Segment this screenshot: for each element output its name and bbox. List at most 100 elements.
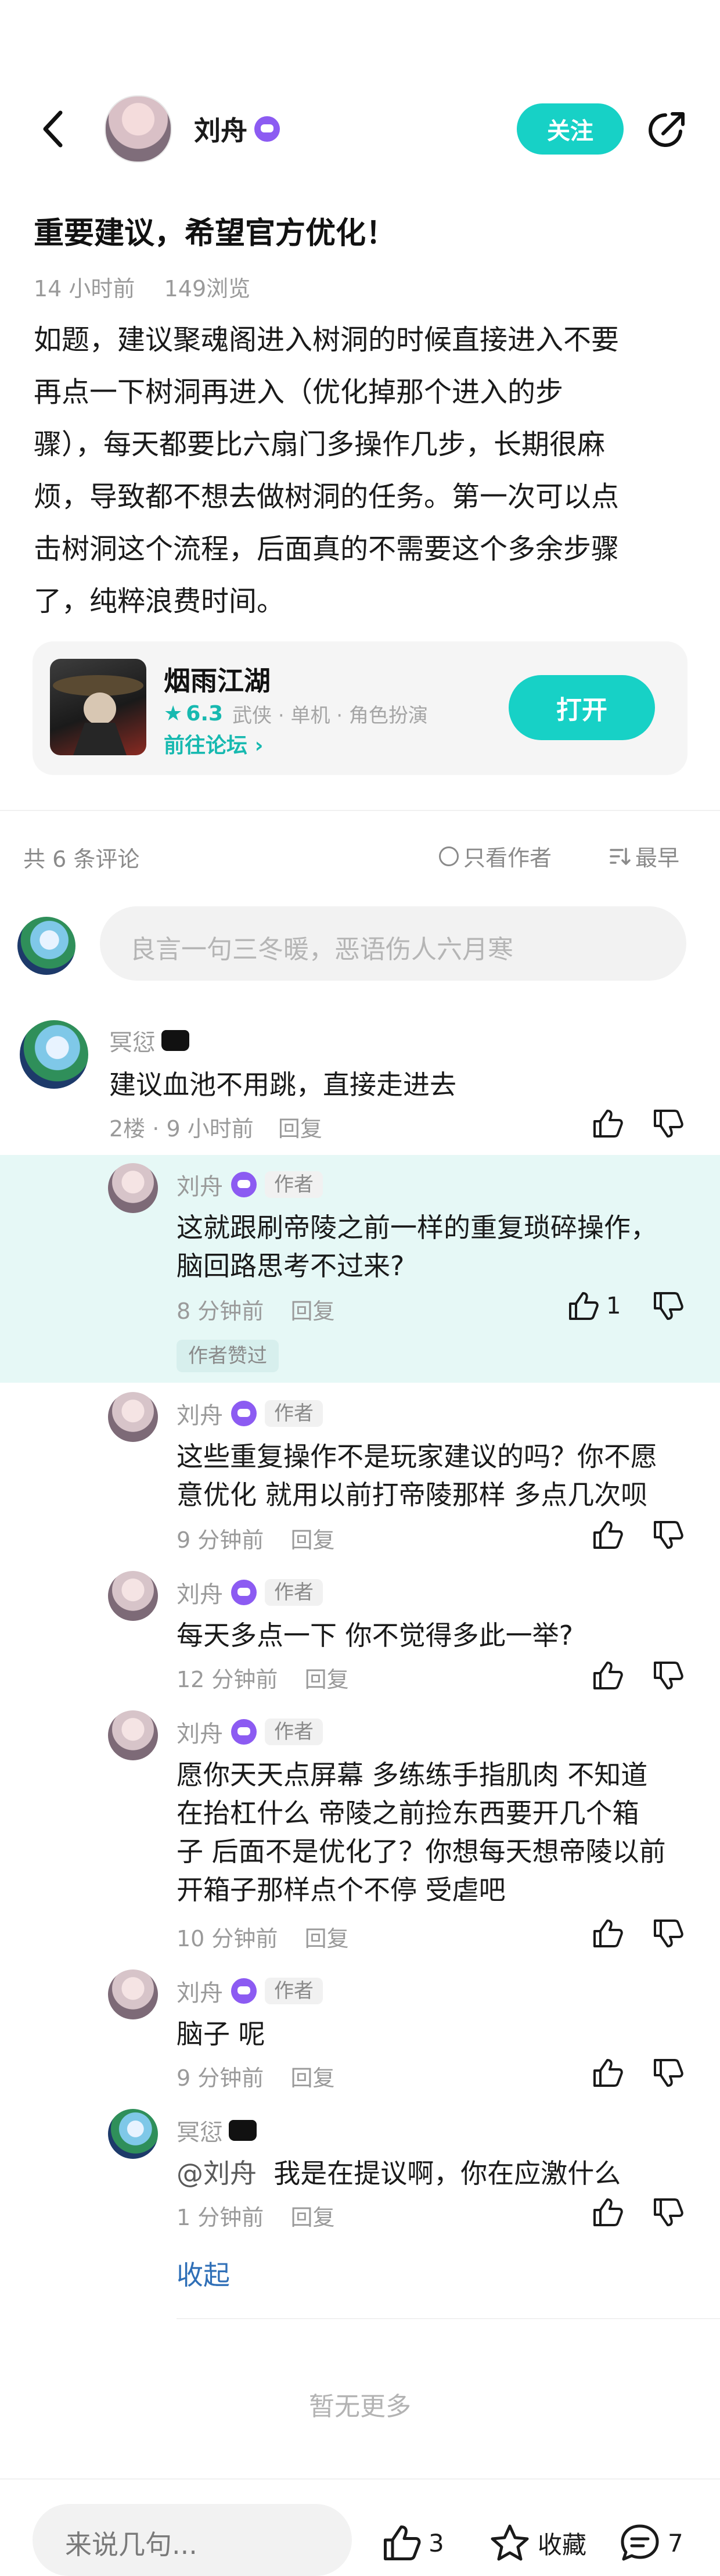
commenter-avatar[interactable] — [20, 1020, 88, 1089]
game-rating: 6.3 — [186, 702, 224, 726]
reply-username[interactable]: 刘舟 — [177, 1715, 223, 1749]
reply-button[interactable]: 回复 — [305, 1667, 349, 1692]
star-outline-icon — [491, 2524, 529, 2561]
collapse-divider — [177, 2318, 720, 2319]
post-views: 149浏览 — [164, 276, 251, 302]
like-button[interactable] — [591, 1659, 624, 1694]
like-button[interactable] — [591, 2057, 624, 2091]
post-title: 重要建议，希望官方优化！ — [34, 216, 397, 251]
thumbs-up-icon — [569, 1292, 599, 1320]
reply-username[interactable]: 刘舟 — [177, 1168, 223, 1201]
reply-avatar[interactable] — [108, 1969, 158, 2019]
section-divider — [0, 810, 720, 811]
share-button[interactable] — [646, 108, 689, 151]
post-body-line: 击树洞这个流程，后面真的不需要这个多余步骤 — [34, 533, 620, 565]
reply-username[interactable]: 刘舟 — [177, 1397, 223, 1430]
like-button[interactable]: 1 — [567, 1290, 621, 1322]
game-badge-icon — [231, 1401, 257, 1426]
game-cover — [50, 659, 146, 755]
cat-emoji-icon — [229, 2120, 257, 2141]
bottom-input-placeholder: 来说几句... — [65, 2529, 197, 2560]
bottom-comment-input[interactable]: 来说几句... — [33, 2504, 352, 2576]
follow-label: 关注 — [547, 118, 593, 145]
reply-meta: 9 分钟前 回复 — [177, 1522, 334, 1554]
like-button[interactable] — [591, 2196, 624, 2231]
reply-avatar[interactable] — [108, 1710, 158, 1760]
mention-link[interactable]: @刘舟 — [177, 2158, 257, 2189]
thumbs-down-icon — [654, 1662, 683, 1689]
author-tag: 作者 — [265, 1718, 323, 1745]
thumbs-down-icon — [654, 1521, 683, 1549]
like-button[interactable] — [591, 1917, 624, 1952]
game-tags: 武侠 · 单机 · 角色扮演 — [232, 704, 428, 727]
author-name[interactable]: 刘舟 — [194, 110, 247, 148]
reply-meta: 9 分钟前 回复 — [177, 2060, 334, 2092]
sort-icon — [610, 847, 631, 865]
like-button[interactable] — [591, 1107, 624, 1142]
game-card[interactable]: 烟雨江湖 ★ 6.3 武侠 · 单机 · 角色扮演 前往论坛 › 打开 — [33, 641, 687, 775]
back-button[interactable] — [36, 108, 71, 150]
collapse-button[interactable]: 收起 — [177, 2254, 230, 2292]
comment-count: 共 6 条评论 — [23, 846, 140, 872]
author-liked-label: 作者赞过 — [188, 1344, 267, 1368]
chevron-left-icon — [43, 110, 63, 148]
collect-button[interactable]: 收藏 — [489, 2523, 586, 2563]
reply-button[interactable]: 回复 — [290, 2205, 334, 2230]
reply-text-line: 子 后面不是优化了？你想每天想帝陵以前 — [177, 1836, 666, 1867]
reply-avatar[interactable] — [108, 2109, 158, 2159]
game-badge-icon — [231, 1172, 257, 1197]
post-time: 14 小时前 — [34, 276, 135, 302]
reply-text: 愿你天天点屏幕 多练练手指肌肉 不知道 在抬杠什么 帝陵之前捡东西要开几个箱 子… — [177, 1756, 666, 1909]
comment-username[interactable]: 冥愆 — [109, 1024, 156, 1057]
reply-avatar[interactable] — [108, 1571, 158, 1621]
comment-text: 建议血池不用跳，直接走进去 — [109, 1069, 456, 1100]
comment-input[interactable]: 良言一句三冬暖，恶语伤人六月寒 — [100, 906, 686, 981]
reply-button[interactable]: 回复 — [290, 2065, 334, 2091]
author-avatar[interactable] — [105, 95, 172, 163]
chevron-right-icon: › — [254, 734, 264, 758]
follow-button[interactable]: 关注 — [517, 103, 624, 155]
dislike-button[interactable] — [651, 1917, 684, 1952]
reply-time: 9 分钟前 — [177, 2065, 264, 2091]
reply-time: 12 分钟前 — [177, 1667, 278, 1692]
comments-button[interactable]: 7 — [619, 2523, 683, 2563]
post-like-button[interactable]: 3 — [381, 2523, 444, 2563]
dislike-button[interactable] — [651, 1659, 684, 1694]
only-author-toggle[interactable]: 只看作者 — [439, 840, 552, 872]
thumbs-up-icon — [593, 1110, 623, 1138]
no-more-text: 暂无更多 — [309, 2392, 411, 2421]
sort-button[interactable]: 最早 — [609, 840, 679, 872]
reply-text-line: 这就跟刷帝陵之前一样的重复琐碎操作， — [177, 1212, 657, 1243]
reply-username[interactable]: 冥愆 — [177, 2114, 223, 2147]
thumbs-up-icon — [593, 2059, 623, 2087]
reply-button[interactable]: 回复 — [305, 1926, 349, 1951]
dislike-button[interactable] — [651, 2196, 684, 2231]
author-tag: 作者 — [265, 1978, 323, 2004]
reply-text: 每天多点一下 你不觉得多此一举? — [177, 1616, 573, 1655]
reply-time: 1 分钟前 — [177, 2205, 264, 2230]
reply-avatar[interactable] — [108, 1392, 158, 1442]
open-game-label: 打开 — [556, 695, 607, 725]
dislike-button[interactable] — [651, 1519, 684, 1554]
reply-username[interactable]: 刘舟 — [177, 1576, 223, 1609]
reply-username[interactable]: 刘舟 — [177, 1974, 223, 2008]
sort-label: 最早 — [635, 845, 680, 871]
only-author-label: 只看作者 — [463, 845, 552, 871]
reply-time: 8 分钟前 — [177, 1298, 264, 1324]
reply-text: 这些重复操作不是玩家建议的吗？你不愿 意优化 就用以前打帝陵那样 多点几次呗 — [177, 1437, 657, 1514]
dislike-button[interactable] — [651, 2057, 684, 2091]
reply-button[interactable]: 回复 — [290, 1527, 334, 1553]
forum-link[interactable]: 前往论坛 › — [164, 729, 263, 759]
dislike-button[interactable] — [651, 1107, 684, 1142]
like-count: 1 — [606, 1293, 621, 1319]
like-button[interactable] — [591, 1519, 624, 1554]
reply-button[interactable]: 回复 — [278, 1116, 322, 1142]
dislike-button[interactable] — [651, 1290, 684, 1325]
author-tag: 作者 — [265, 1579, 323, 1606]
comment-bubble-icon — [621, 2524, 659, 2561]
open-game-button[interactable]: 打开 — [509, 675, 655, 740]
reply-text-line: 愿你天天点屏幕 多练练手指肌肉 不知道 — [177, 1759, 648, 1791]
game-name: 烟雨江湖 — [164, 665, 271, 697]
reply-button[interactable]: 回复 — [290, 1298, 334, 1324]
reply-avatar[interactable] — [108, 1163, 158, 1213]
